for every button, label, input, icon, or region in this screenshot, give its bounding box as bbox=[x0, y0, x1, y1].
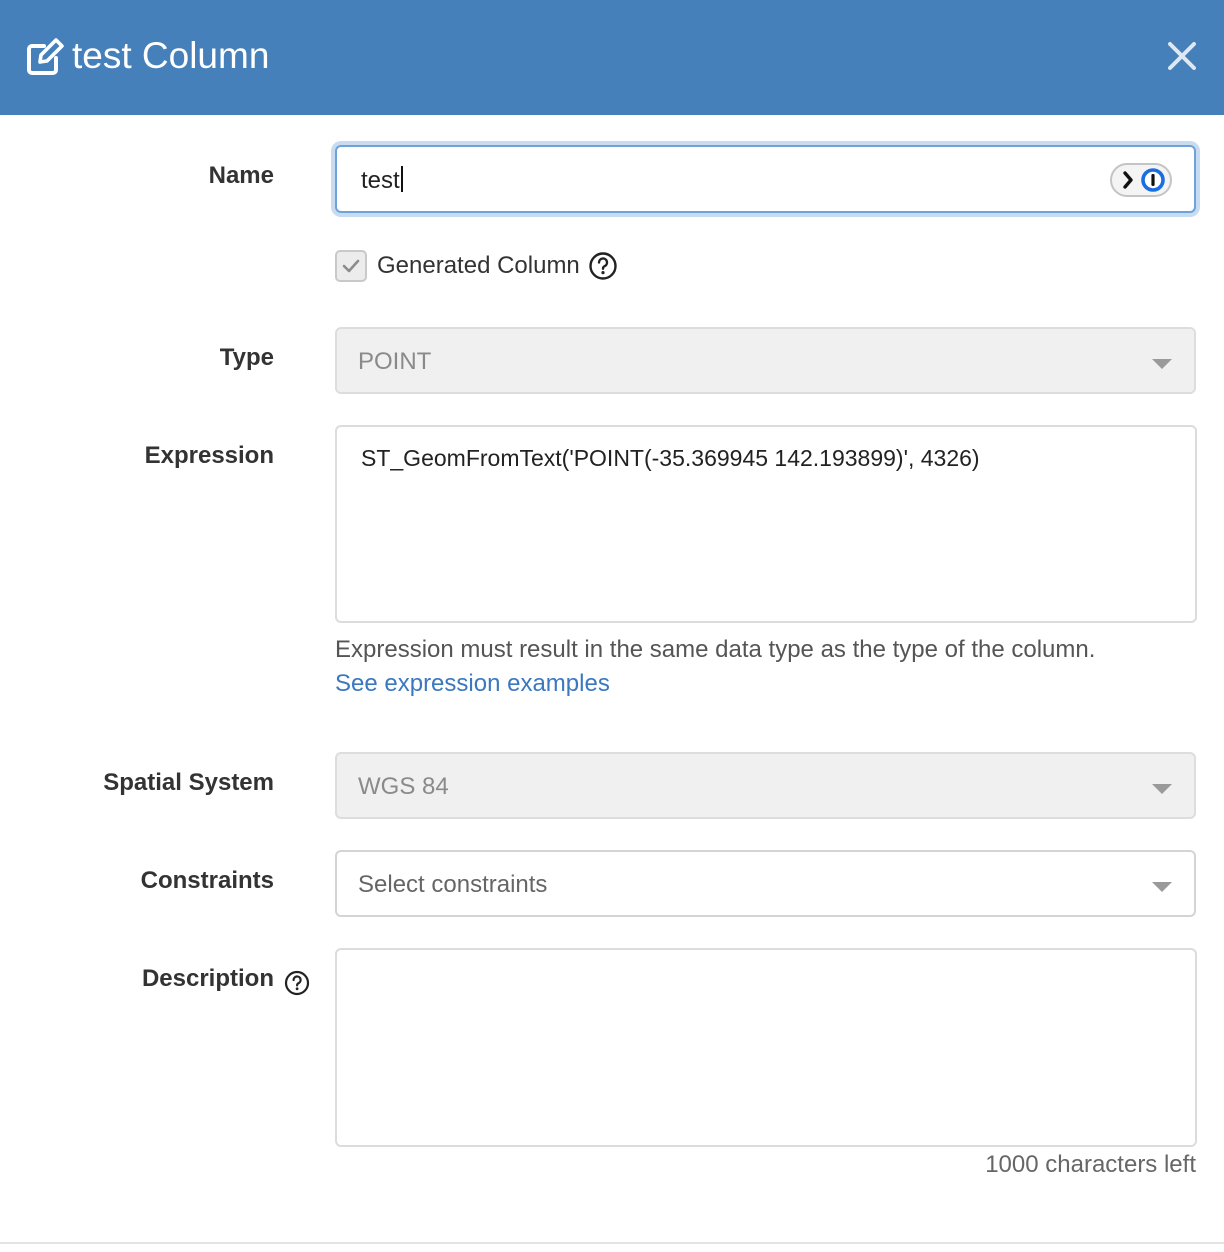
expression-label: Expression bbox=[144, 442, 274, 469]
generated-column-checkbox[interactable] bbox=[335, 250, 367, 282]
text-caret bbox=[400, 166, 403, 192]
dialog-title: test Column bbox=[72, 35, 270, 76]
close-icon[interactable] bbox=[1164, 38, 1200, 74]
constraints-label: Constraints bbox=[140, 867, 274, 894]
expression-value: ST_GeomFromText('POINT(-35.369945 142.19… bbox=[361, 445, 980, 471]
generated-column-label: Generated Column bbox=[377, 252, 580, 279]
dialog-header: test Column bbox=[0, 0, 1224, 115]
spatial-system-value: WGS 84 bbox=[358, 773, 449, 800]
chevron-down-icon bbox=[1152, 882, 1172, 892]
expression-textarea[interactable]: ST_GeomFromText('POINT(-35.369945 142.19… bbox=[335, 425, 1197, 623]
characters-left-counter: 1000 characters left bbox=[985, 1151, 1196, 1178]
constraints-placeholder: Select constraints bbox=[358, 871, 548, 898]
help-icon[interactable] bbox=[284, 970, 310, 996]
type-select[interactable]: POINT bbox=[335, 327, 1196, 394]
spatial-system-select[interactable]: WGS 84 bbox=[335, 752, 1196, 819]
expression-examples-link[interactable]: See expression examples bbox=[335, 670, 610, 698]
edit-icon bbox=[27, 38, 64, 75]
checkmark-icon bbox=[342, 259, 360, 273]
chevron-down-icon bbox=[1152, 784, 1172, 794]
expression-help-text: Expression must result in the same data … bbox=[335, 636, 1096, 663]
type-label: Type bbox=[219, 344, 274, 371]
help-icon[interactable] bbox=[588, 251, 618, 281]
password-manager-button[interactable] bbox=[1110, 163, 1172, 197]
constraints-select[interactable]: Select constraints bbox=[335, 850, 1196, 917]
password-manager-icon bbox=[1123, 168, 1165, 192]
spatial-system-label: Spatial System bbox=[103, 769, 274, 796]
name-label: Name bbox=[208, 162, 274, 189]
description-label: Description bbox=[141, 965, 274, 992]
chevron-down-icon bbox=[1152, 359, 1172, 369]
type-select-value: POINT bbox=[358, 348, 432, 375]
name-input-value: test bbox=[361, 166, 403, 195]
description-textarea[interactable] bbox=[335, 948, 1197, 1147]
divider bbox=[0, 1242, 1224, 1244]
generated-column-row: Generated Column bbox=[335, 249, 618, 283]
name-input[interactable]: test bbox=[335, 145, 1196, 213]
